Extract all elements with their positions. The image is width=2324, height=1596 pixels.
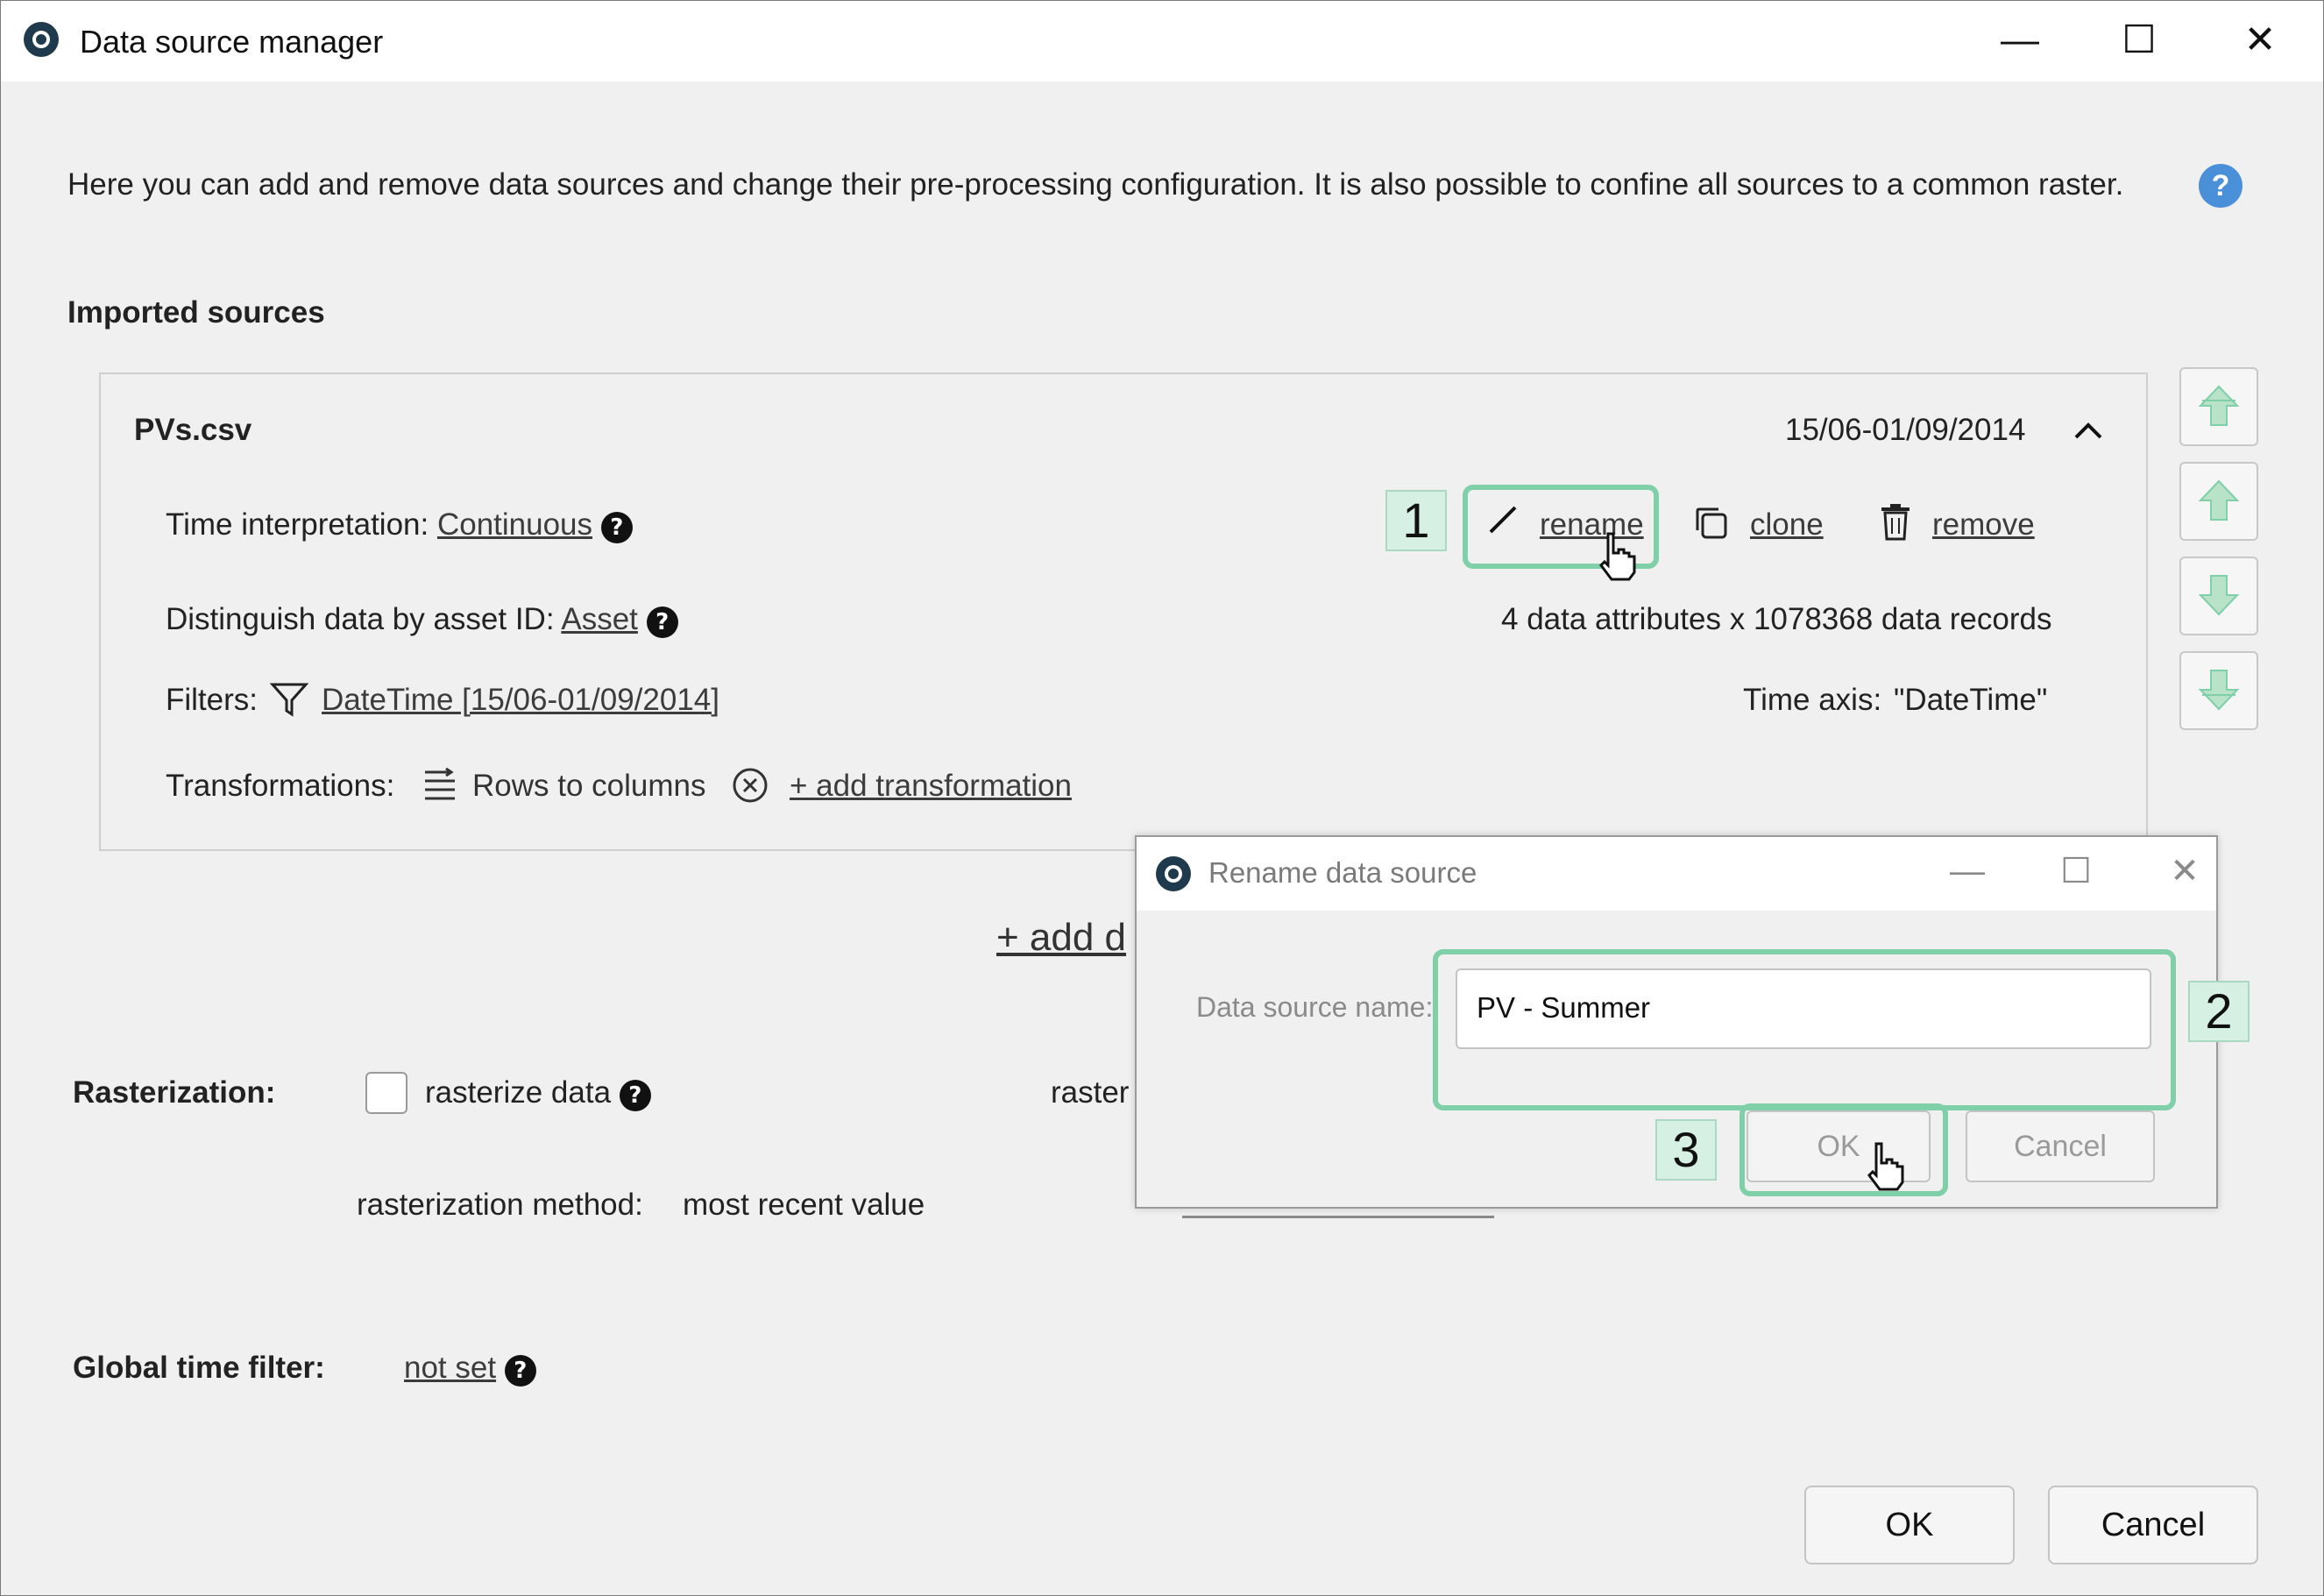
app-logo-icon [24, 22, 59, 57]
help-icon[interactable]: ? [619, 1080, 651, 1111]
minimize-icon[interactable]: — [1941, 849, 1994, 893]
imported-sources-heading: Imported sources [67, 295, 325, 330]
clone-link[interactable]: clone [1750, 507, 1824, 543]
maximize-icon[interactable]: ☐ [2113, 18, 2165, 62]
data-source-name-label: Data source name: [1196, 991, 1434, 1023]
asset-link[interactable]: Asset [561, 602, 638, 636]
description-text: Here you can add and remove data sources… [67, 167, 2124, 202]
time-interpretation-label: Time interpretation: [166, 507, 429, 542]
raster-size-label: raster [1051, 1075, 1130, 1110]
title-bar: Data source manager — ☐ ✕ [1, 1, 2323, 82]
rename-cancel-button[interactable]: Cancel [1966, 1110, 2155, 1182]
move-to-top-button[interactable] [2179, 367, 2258, 446]
time-interpretation-row: Time interpretation: Continuous ? [166, 507, 633, 543]
data-source-name-input[interactable]: PV - Summer [1456, 968, 2151, 1049]
remove-transformation-icon[interactable] [732, 767, 769, 804]
minimize-icon[interactable]: — [1994, 18, 2046, 62]
hand-cursor-icon [1866, 1140, 1906, 1193]
time-axis-value: "DateTime" [1894, 683, 2048, 717]
source-name: PVs.csv [134, 413, 252, 447]
move-up-button[interactable] [2179, 462, 2258, 541]
chevron-up-icon[interactable] [2071, 413, 2106, 448]
cancel-button[interactable]: Cancel [2048, 1486, 2258, 1564]
pencil-icon[interactable] [1487, 504, 1519, 536]
close-icon[interactable]: ✕ [2234, 18, 2286, 62]
rasterization-method-value: most recent value [683, 1188, 925, 1222]
clone-icon[interactable] [1692, 504, 1731, 543]
add-data-source-link[interactable]: + add d [996, 916, 1126, 960]
help-icon[interactable]: ? [2199, 164, 2243, 208]
time-axis-label: Time axis: [1743, 683, 1882, 717]
add-transformation-link[interactable]: + add transformation [790, 769, 1072, 804]
asset-label: Distinguish data by asset ID: [166, 602, 555, 636]
ok-button[interactable]: OK [1804, 1486, 2015, 1564]
callout-number-2: 2 [2188, 981, 2250, 1042]
rasterize-row: rasterize data ? [425, 1075, 651, 1111]
callout-number-3: 3 [1655, 1119, 1717, 1181]
asset-row: Distinguish data by asset ID: Asset ? [166, 602, 678, 638]
help-icon[interactable]: ? [504, 1355, 536, 1387]
filter-icon [269, 679, 309, 720]
rasterization-method-label: rasterization method: [357, 1188, 643, 1222]
filters-label: Filters: [166, 683, 258, 717]
rename-dialog-title-bar: Rename data source — ☐ ✕ [1137, 837, 2216, 911]
global-time-filter-row: not set ? [404, 1351, 536, 1387]
remove-link[interactable]: remove [1932, 507, 2035, 543]
data-source-name-value: PV - Summer [1477, 991, 1651, 1024]
maximize-icon[interactable]: ☐ [2050, 849, 2102, 893]
help-icon[interactable]: ? [646, 606, 678, 638]
rasterize-checkbox[interactable] [365, 1072, 407, 1114]
data-stats: 4 data attributes x 1078368 data records [1501, 602, 2052, 636]
app-logo-icon [1156, 856, 1191, 891]
rename-dialog: Rename data source — ☐ ✕ Data source nam… [1135, 835, 2250, 1209]
move-to-bottom-button[interactable] [2179, 651, 2258, 730]
callout-number-1: 1 [1385, 490, 1447, 551]
help-icon[interactable]: ? [600, 512, 633, 543]
window-title: Data source manager [80, 24, 384, 60]
trash-icon[interactable] [1878, 502, 1913, 543]
transformation-item: Rows to columns [472, 769, 706, 803]
close-icon[interactable]: ✕ [2158, 849, 2211, 893]
rasterization-label: Rasterization: [73, 1075, 276, 1110]
move-down-button[interactable] [2179, 557, 2258, 635]
filter-link[interactable]: DateTime [15/06-01/09/2014] [322, 683, 719, 718]
data-source-manager-window: Data source manager — ☐ ✕ Here you can a… [0, 0, 2324, 1596]
rows-to-columns-icon [422, 765, 458, 802]
transformations-label: Transformations: [166, 769, 395, 803]
rasterize-label: rasterize data [425, 1075, 612, 1110]
source-date-range: 15/06-01/09/2014 [1785, 413, 2026, 447]
global-time-filter-label: Global time filter: [73, 1351, 325, 1385]
time-interpretation-link[interactable]: Continuous [437, 507, 592, 542]
rename-dialog-title: Rename data source [1208, 856, 1477, 889]
rasterization-settings-link[interactable] [1182, 1216, 1494, 1218]
global-time-filter-link[interactable]: not set [404, 1351, 496, 1385]
hand-cursor-icon [1598, 530, 1638, 583]
